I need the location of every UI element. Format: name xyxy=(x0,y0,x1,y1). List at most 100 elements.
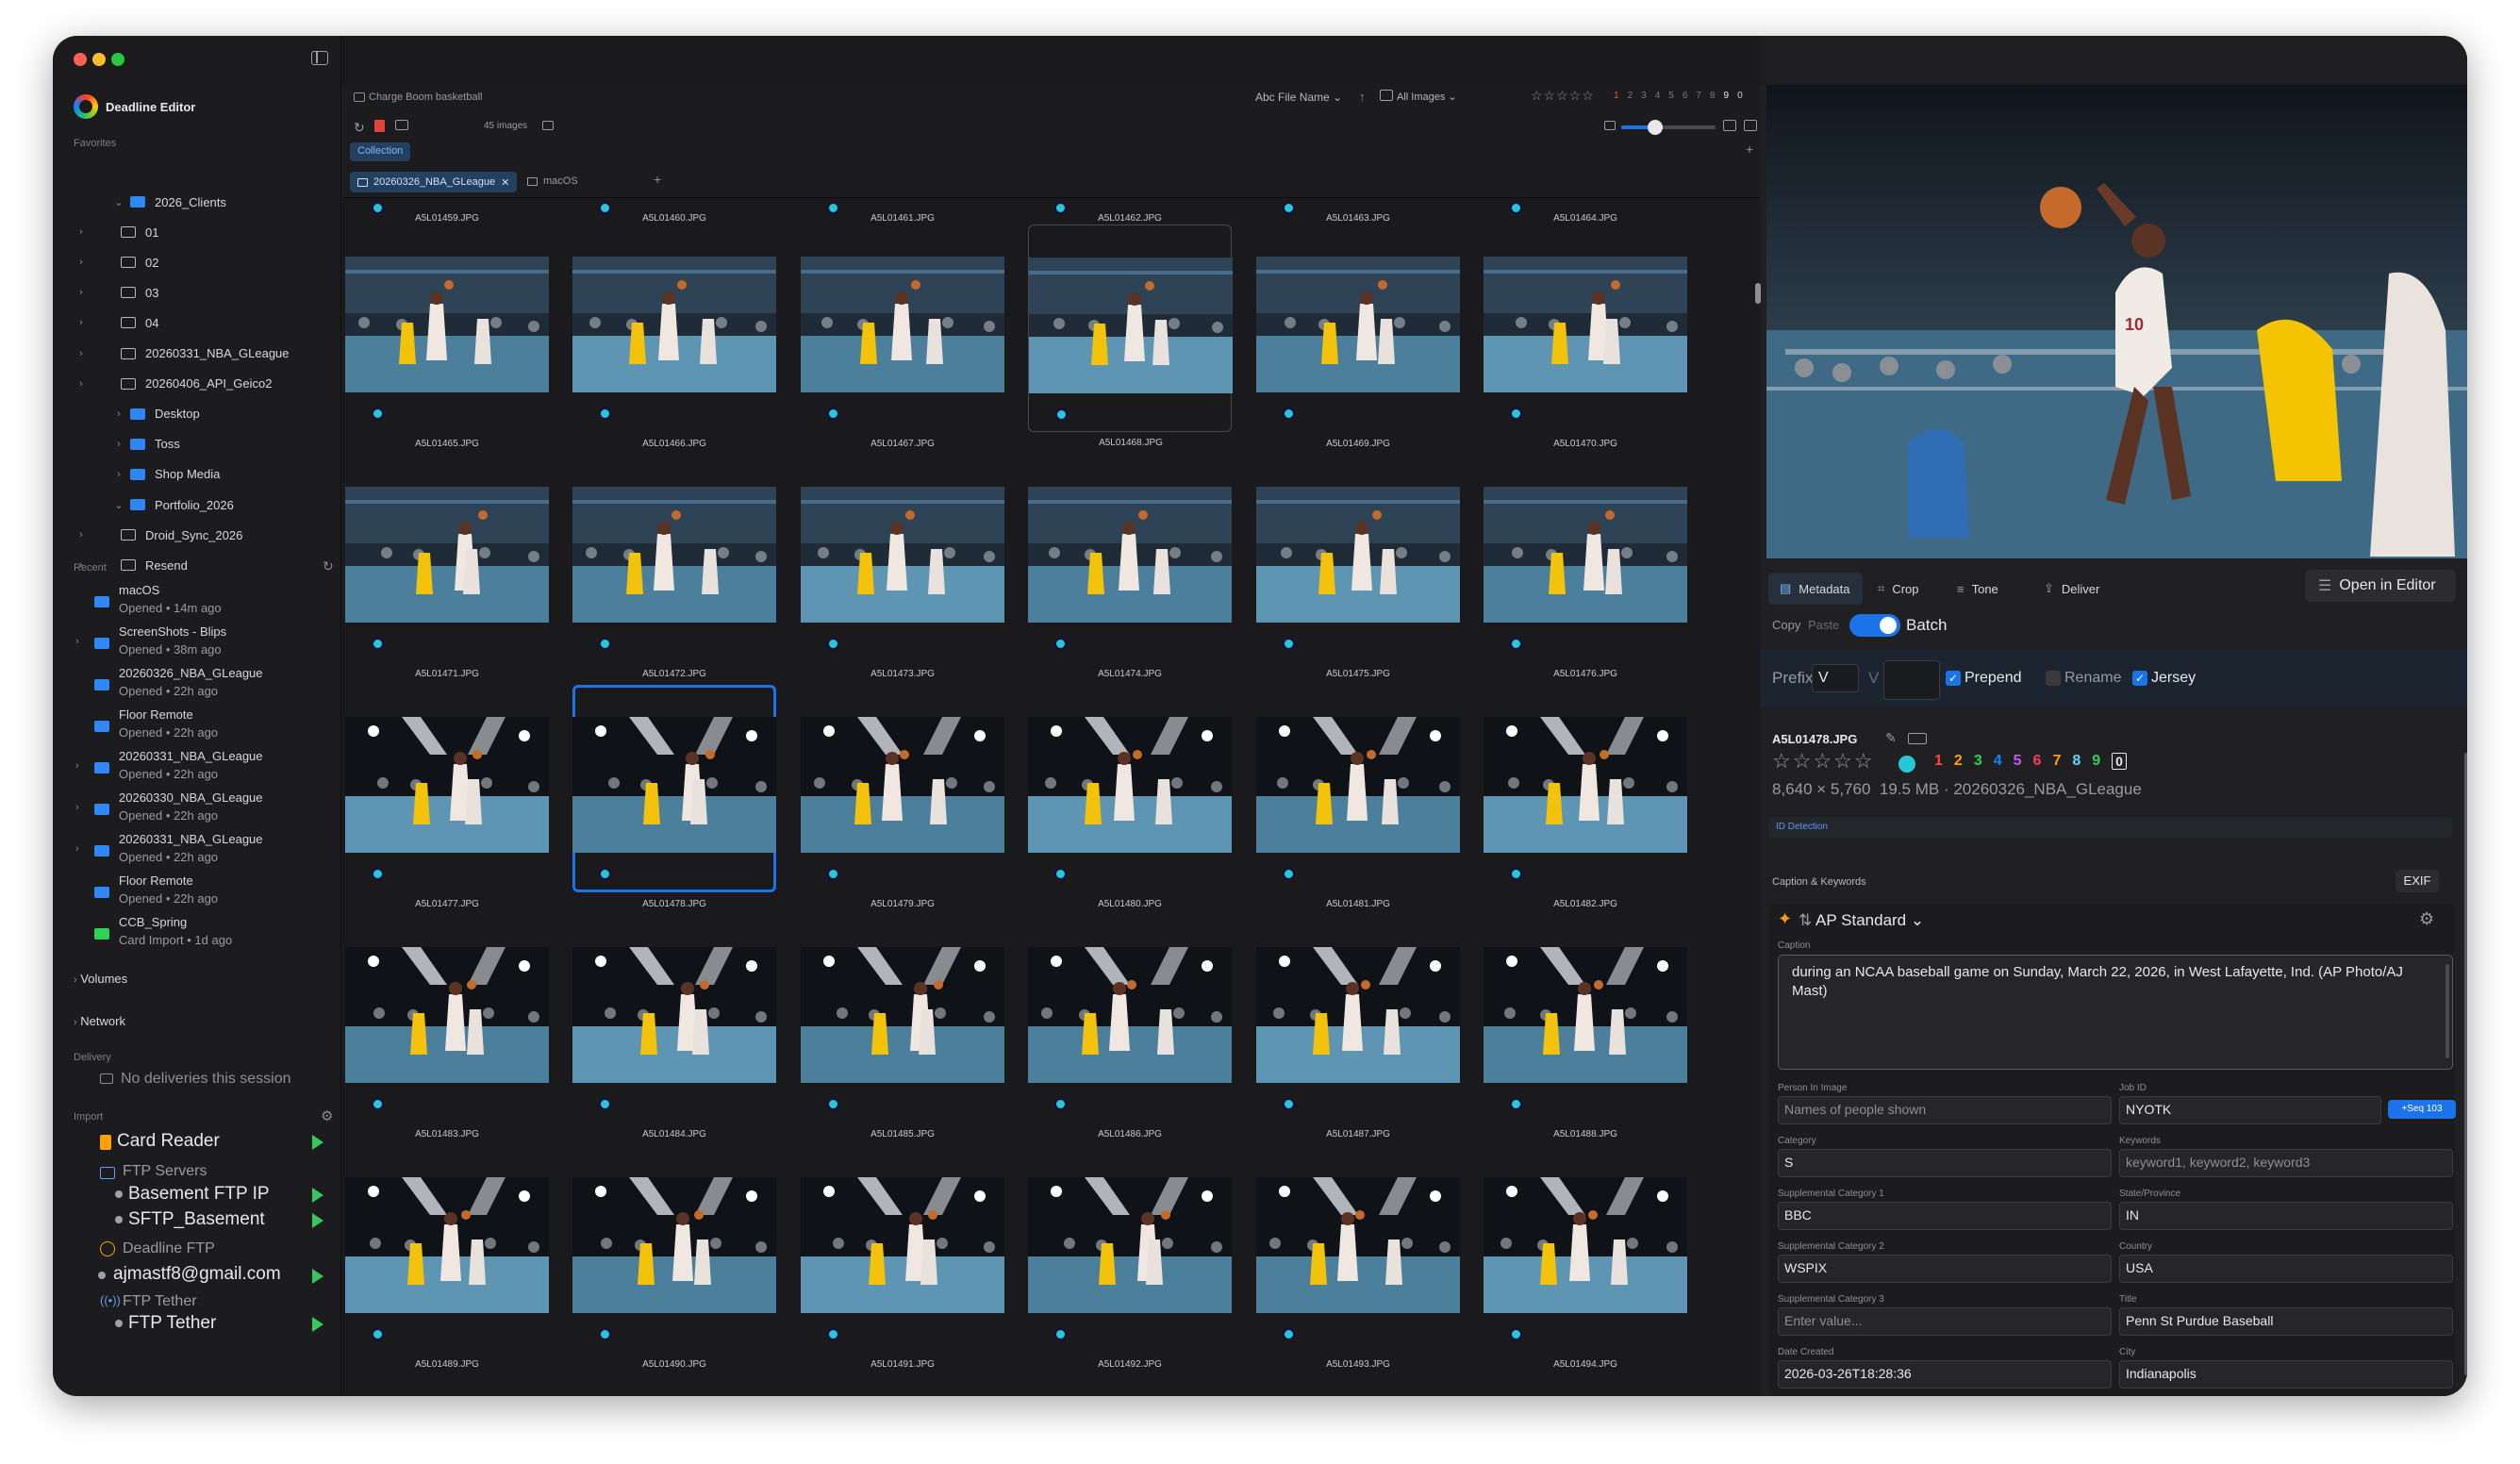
tab-macos[interactable]: macOS xyxy=(527,175,578,187)
inspector-scrollbar[interactable] xyxy=(2464,753,2467,1375)
edit-pencil-icon[interactable]: ✎ xyxy=(1885,730,1897,746)
recent-item[interactable]: › 20260331_NBA_GLeague Opened • 22h ago xyxy=(74,832,338,873)
recent-item[interactable]: macOS Opened • 14m ago xyxy=(74,583,338,624)
color-filter-7[interactable]: 7 xyxy=(1696,91,1701,101)
title-field[interactable]: Penn St Purdue Baseball xyxy=(2119,1307,2453,1336)
info-panel-icon[interactable] xyxy=(542,121,554,130)
chevron-right-icon[interactable]: › xyxy=(75,636,79,647)
chevron-right-icon[interactable]: › xyxy=(75,843,79,855)
thumbnail-cell[interactable]: A5L01469.JPG xyxy=(1256,225,1460,449)
thumbnail-cell[interactable]: A5L01465.JPG xyxy=(345,225,549,449)
paste-button[interactable]: Paste xyxy=(1808,618,1839,632)
thumbnail-cell[interactable]: A5L01491.JPG xyxy=(801,1145,1004,1370)
prepend-checkbox[interactable]: ✓ xyxy=(1946,671,1961,686)
chevron-down-icon[interactable]: ⌄ xyxy=(111,196,126,208)
pin-icon[interactable]: ✦ xyxy=(1778,909,1792,928)
recent-item[interactable]: Floor Remote Opened • 22h ago xyxy=(74,873,338,915)
thumbnail-cell[interactable]: A5L01468.JPG xyxy=(1028,225,1233,448)
recent-item[interactable]: CCB_Spring Card Import • 1d ago xyxy=(74,915,338,957)
thumbnail-size-slider[interactable] xyxy=(1621,120,1716,135)
jobid-field[interactable]: NYOTK xyxy=(2119,1096,2381,1124)
sidebar-item-02[interactable]: › 02 xyxy=(53,247,341,277)
thumbnail-cell[interactable]: A5L01477.JPG xyxy=(345,685,549,909)
basement-ftp-item[interactable]: Basement FTP IP xyxy=(128,1184,270,1205)
color-filter-9[interactable]: 9 xyxy=(1724,91,1730,101)
suffix-input[interactable] xyxy=(1883,660,1940,700)
basement-ftp-play-button[interactable] xyxy=(312,1188,323,1203)
chevron-right-icon[interactable]: › xyxy=(74,529,89,541)
color-label-9[interactable]: 9 xyxy=(2092,753,2100,770)
slideshow-icon[interactable] xyxy=(395,120,408,130)
sort-direction-arrow-icon[interactable]: ↑ xyxy=(1359,90,1366,104)
color-label-filter[interactable]: 1234567890 xyxy=(1614,91,1743,101)
volumes-section[interactable]: › Volumes xyxy=(74,972,127,986)
thumbnail-cell[interactable]: A5L01486.JPG xyxy=(1028,915,1232,1140)
sort-menu[interactable]: Abc File Name ⌄ xyxy=(1255,91,1342,104)
minimize-window-button[interactable] xyxy=(92,53,106,66)
ftp-tether-item[interactable]: FTP Tether xyxy=(128,1313,216,1334)
thumbnail-cell[interactable]: A5L01488.JPG xyxy=(1484,915,1687,1140)
id-detection-button[interactable]: ID Detection xyxy=(1776,822,1828,832)
color-label-4[interactable]: 4 xyxy=(1994,753,2002,770)
color-filter-2[interactable]: 2 xyxy=(1628,91,1633,101)
sidebar-item-shop-media[interactable]: › Shop Media xyxy=(53,459,341,490)
color-filter-4[interactable]: 4 xyxy=(1655,91,1661,101)
thumbnail-cell[interactable]: A5L01467.JPG xyxy=(801,225,1004,449)
sidebar-item-20260406-api-geico2[interactable]: › 20260406_API_Geico2 xyxy=(53,369,341,399)
thumbnail-cell[interactable]: A5L01478.JPG xyxy=(572,685,776,909)
card-reader-item[interactable]: Card Reader xyxy=(117,1131,220,1152)
prefix-input[interactable]: V xyxy=(1812,664,1859,692)
zoom-window-button[interactable] xyxy=(111,53,124,66)
sidebar-item-01[interactable]: › 01 xyxy=(53,217,341,247)
caption-scrollbar[interactable] xyxy=(2445,964,2449,1058)
sidebar-item-resend[interactable]: › Resend xyxy=(53,550,341,580)
color-label-5[interactable]: 5 xyxy=(2014,753,2022,770)
rating-filter-stars[interactable]: ☆☆☆☆☆ xyxy=(1531,88,1595,104)
chevron-right-icon[interactable]: › xyxy=(111,439,126,450)
chevron-right-icon[interactable]: › xyxy=(74,348,89,359)
category-field[interactable]: S xyxy=(1778,1149,2112,1177)
collection-tab[interactable]: Collection xyxy=(350,142,411,161)
exif-button[interactable]: EXIF xyxy=(2396,870,2439,892)
thumbnail-cell[interactable]: A5L01475.JPG xyxy=(1256,455,1460,679)
thumbnail-cell[interactable]: A5L01489.JPG xyxy=(345,1145,549,1370)
chevron-right-icon[interactable]: › xyxy=(74,226,89,238)
caption-textarea[interactable]: during an NCAA baseball game on Sunday, … xyxy=(1778,955,2453,1070)
template-selector[interactable]: ⇅ AP Standard ⌄ xyxy=(1799,911,1924,930)
batch-toggle[interactable] xyxy=(1849,614,1900,637)
thumbnail-cell[interactable]: A5L01472.JPG xyxy=(572,455,776,679)
color-label-7[interactable]: 7 xyxy=(2052,753,2061,770)
ftp-tether-play-button[interactable] xyxy=(312,1317,323,1332)
state-field[interactable]: IN xyxy=(2119,1202,2453,1230)
copy-button[interactable]: Copy xyxy=(1772,618,1800,632)
chevron-right-icon[interactable]: › xyxy=(75,760,79,772)
tab-tone[interactable]: ≡ Tone xyxy=(1946,573,2029,605)
deadline-ftp-email-item[interactable]: ajmastf8@gmail.com xyxy=(113,1264,281,1285)
date-field[interactable]: 2026-03-26T18:28:36 xyxy=(1778,1360,2112,1389)
chevron-right-icon[interactable]: › xyxy=(74,378,89,390)
color-label-2[interactable]: 2 xyxy=(1954,753,1963,770)
tab-deliver[interactable]: ⇪ Deliver xyxy=(2032,573,2117,605)
recent-item[interactable]: › 20260331_NBA_GLeague Opened • 22h ago xyxy=(74,749,338,790)
breadcrumb[interactable]: Charge Boom basketball xyxy=(369,92,482,103)
sidebar-item-portfolio-2026[interactable]: ⌄ Portfolio_2026 xyxy=(53,490,341,520)
sidebar-item-2026-clients[interactable]: ⌄ 2026_Clients xyxy=(53,187,341,217)
sftp-basement-play-button[interactable] xyxy=(312,1213,323,1228)
color-filter-0[interactable]: 0 xyxy=(1737,91,1743,101)
jersey-checkbox[interactable]: ✓ xyxy=(2132,671,2147,686)
supp2-field[interactable]: WSPIX xyxy=(1778,1255,2112,1283)
recent-item[interactable]: 20260326_NBA_GLeague Opened • 22h ago xyxy=(74,666,338,707)
supp3-field[interactable]: Enter value... xyxy=(1778,1307,2112,1336)
sidebar-toggle-icon[interactable] xyxy=(311,51,328,65)
chevron-right-icon[interactable]: › xyxy=(74,257,89,268)
sftp-basement-item[interactable]: SFTP_Basement xyxy=(128,1209,265,1230)
thumbnail-cell[interactable]: A5L01483.JPG xyxy=(345,915,549,1140)
chevron-right-icon[interactable]: › xyxy=(111,408,126,420)
thumbnail-cell[interactable]: A5L01471.JPG xyxy=(345,455,549,679)
thumbnail-cell[interactable]: A5L01474.JPG xyxy=(1028,455,1232,679)
tab-20260326-nba-gleague[interactable]: 20260326_NBA_GLeague ✕ xyxy=(350,172,518,192)
color-label-0[interactable]: 0 xyxy=(2112,753,2127,770)
trash-icon[interactable] xyxy=(374,120,385,132)
sidebar-item-03[interactable]: › 03 xyxy=(53,277,341,308)
import-settings-gear-icon[interactable]: ⚙ xyxy=(321,1107,333,1124)
